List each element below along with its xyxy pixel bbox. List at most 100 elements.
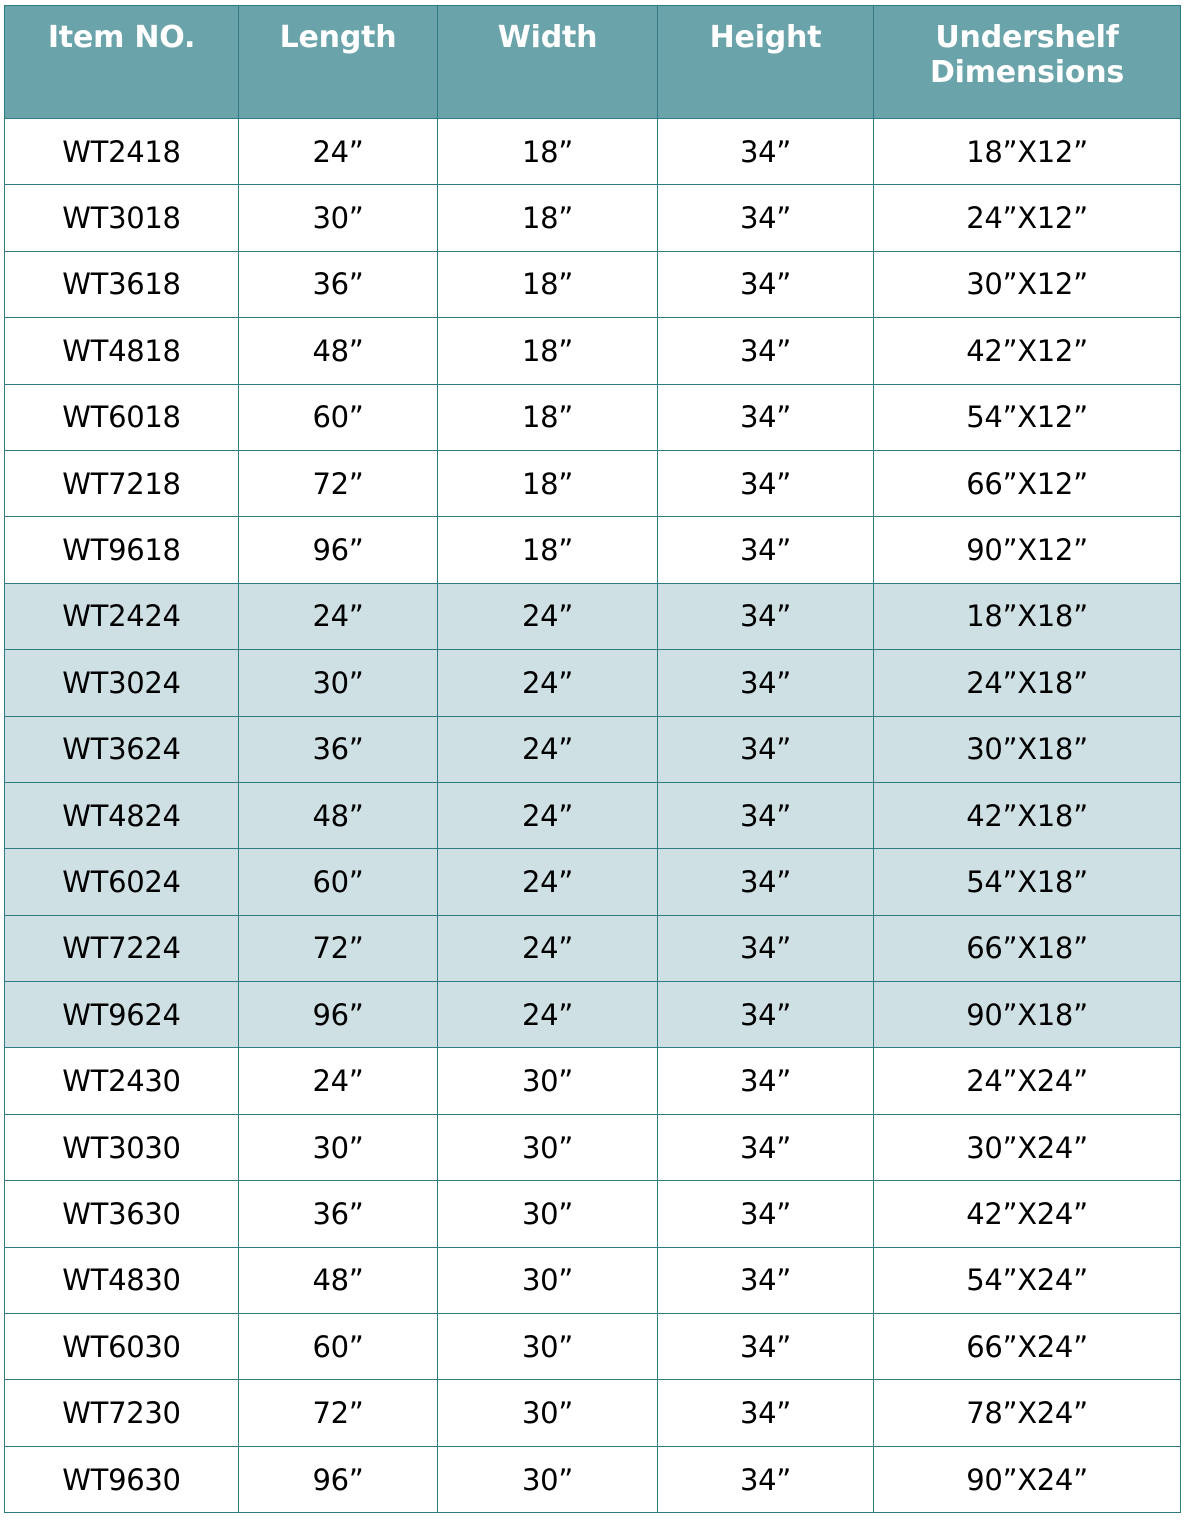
column-header-undershelf-dimensions: Undershelf Dimensions bbox=[873, 5, 1181, 119]
table-row: WT7230 72” 30” 34” 78”X24” bbox=[4, 1379, 1181, 1447]
cell-height: 34” bbox=[657, 715, 874, 783]
column-header-width: Width bbox=[437, 5, 658, 119]
table-row: WT2430 24” 30” 34” 24”X24” bbox=[4, 1047, 1181, 1115]
cell-item-no: WT9624 bbox=[4, 981, 239, 1049]
cell-length: 96” bbox=[238, 981, 438, 1049]
cell-width: 24” bbox=[437, 914, 658, 983]
cell-item-no: WT4830 bbox=[4, 1246, 239, 1315]
cell-undershelf: 90”X18” bbox=[873, 981, 1181, 1049]
column-header-length: Length bbox=[238, 5, 438, 119]
cell-width: 24” bbox=[437, 649, 658, 717]
product-dimensions-table: Item NO. Length Width Height Undershelf … bbox=[4, 5, 1181, 1514]
cell-width: 30” bbox=[437, 1445, 658, 1514]
table-body: WT2418 24” 18” 34” 18”X12” WT3018 30” 18” 34” 24”… bbox=[4, 117, 1181, 1514]
cell-item-no: WT3024 bbox=[4, 649, 239, 717]
cell-height: 34” bbox=[657, 449, 874, 518]
cell-length: 96” bbox=[238, 1445, 438, 1514]
cell-height: 34” bbox=[657, 383, 874, 451]
table-row: WT3030 30” 30” 34” 30”X24” bbox=[4, 1113, 1181, 1182]
table-row: WT2418 24” 18” 34” 18”X12” bbox=[4, 117, 1181, 186]
cell-height: 34” bbox=[657, 1313, 874, 1381]
cell-item-no: WT7218 bbox=[4, 449, 239, 518]
cell-item-no: WT3018 bbox=[4, 184, 239, 252]
cell-undershelf: 54”X18” bbox=[873, 848, 1181, 916]
cell-height: 34” bbox=[657, 582, 874, 651]
cell-undershelf: 18”X12” bbox=[873, 117, 1181, 186]
cell-length: 36” bbox=[238, 1180, 438, 1248]
cell-height: 34” bbox=[657, 1113, 874, 1182]
cell-width: 24” bbox=[437, 715, 658, 783]
cell-undershelf: 54”X12” bbox=[873, 383, 1181, 451]
cell-width: 18” bbox=[437, 383, 658, 451]
cell-item-no: WT4824 bbox=[4, 781, 239, 850]
cell-undershelf: 30”X18” bbox=[873, 715, 1181, 783]
table-row: WT7218 72” 18” 34” 66”X12” bbox=[4, 449, 1181, 518]
cell-item-no: WT3630 bbox=[4, 1180, 239, 1248]
table-row: WT6018 60” 18” 34” 54”X12” bbox=[4, 383, 1181, 451]
cell-length: 72” bbox=[238, 1379, 438, 1447]
cell-undershelf: 24”X12” bbox=[873, 184, 1181, 252]
cell-width: 30” bbox=[437, 1113, 658, 1182]
cell-width: 24” bbox=[437, 981, 658, 1049]
cell-height: 34” bbox=[657, 1246, 874, 1315]
cell-item-no: WT2424 bbox=[4, 582, 239, 651]
cell-item-no: WT7224 bbox=[4, 914, 239, 983]
cell-length: 96” bbox=[238, 516, 438, 584]
cell-length: 30” bbox=[238, 649, 438, 717]
cell-length: 60” bbox=[238, 1313, 438, 1381]
cell-item-no: WT6018 bbox=[4, 383, 239, 451]
cell-item-no: WT9618 bbox=[4, 516, 239, 584]
table-row: WT2424 24” 24” 34” 18”X18” bbox=[4, 582, 1181, 651]
cell-height: 34” bbox=[657, 1047, 874, 1115]
cell-undershelf: 66”X12” bbox=[873, 449, 1181, 518]
cell-height: 34” bbox=[657, 781, 874, 850]
cell-undershelf: 54”X24” bbox=[873, 1246, 1181, 1315]
cell-height: 34” bbox=[657, 649, 874, 717]
cell-length: 30” bbox=[238, 184, 438, 252]
cell-undershelf: 78”X24” bbox=[873, 1379, 1181, 1447]
spec-table-sheet: Item NO. Length Width Height Undershelf … bbox=[0, 0, 1185, 1531]
cell-length: 48” bbox=[238, 1246, 438, 1315]
cell-height: 34” bbox=[657, 1445, 874, 1514]
cell-length: 24” bbox=[238, 582, 438, 651]
table-header-row: Item NO. Length Width Height Undershelf … bbox=[4, 5, 1181, 119]
table-row: WT3618 36” 18” 34” 30”X12” bbox=[4, 250, 1181, 319]
cell-length: 24” bbox=[238, 1047, 438, 1115]
cell-height: 34” bbox=[657, 848, 874, 916]
cell-undershelf: 24”X24” bbox=[873, 1047, 1181, 1115]
cell-item-no: WT6030 bbox=[4, 1313, 239, 1381]
cell-height: 34” bbox=[657, 250, 874, 319]
cell-height: 34” bbox=[657, 1180, 874, 1248]
table-row: WT6030 60” 30” 34” 66”X24” bbox=[4, 1313, 1181, 1381]
table-row: WT3024 30” 24” 34” 24”X18” bbox=[4, 649, 1181, 717]
table-row: WT3018 30” 18” 34” 24”X12” bbox=[4, 184, 1181, 252]
cell-width: 18” bbox=[437, 317, 658, 385]
cell-length: 60” bbox=[238, 848, 438, 916]
cell-width: 24” bbox=[437, 582, 658, 651]
cell-width: 18” bbox=[437, 449, 658, 518]
cell-width: 18” bbox=[437, 184, 658, 252]
cell-length: 24” bbox=[238, 117, 438, 186]
table-row: WT6024 60” 24” 34” 54”X18” bbox=[4, 848, 1181, 916]
cell-width: 30” bbox=[437, 1246, 658, 1315]
table-row: WT9630 96” 30” 34” 90”X24” bbox=[4, 1445, 1181, 1514]
cell-undershelf: 66”X18” bbox=[873, 914, 1181, 983]
table-row: WT4818 48” 18” 34” 42”X12” bbox=[4, 317, 1181, 385]
cell-width: 30” bbox=[437, 1313, 658, 1381]
table-row: WT4824 48” 24” 34” 42”X18” bbox=[4, 781, 1181, 850]
table-row: WT3630 36” 30” 34” 42”X24” bbox=[4, 1180, 1181, 1248]
column-header-height: Height bbox=[657, 5, 874, 119]
cell-item-no: WT4818 bbox=[4, 317, 239, 385]
cell-width: 24” bbox=[437, 848, 658, 916]
cell-undershelf: 42”X24” bbox=[873, 1180, 1181, 1248]
cell-length: 72” bbox=[238, 449, 438, 518]
table-row: WT9624 96” 24” 34” 90”X18” bbox=[4, 981, 1181, 1049]
cell-item-no: WT2418 bbox=[4, 117, 239, 186]
cell-undershelf: 42”X12” bbox=[873, 317, 1181, 385]
cell-height: 34” bbox=[657, 914, 874, 983]
cell-item-no: WT7230 bbox=[4, 1379, 239, 1447]
cell-height: 34” bbox=[657, 1379, 874, 1447]
cell-height: 34” bbox=[657, 981, 874, 1049]
cell-length: 48” bbox=[238, 317, 438, 385]
cell-item-no: WT9630 bbox=[4, 1445, 239, 1514]
